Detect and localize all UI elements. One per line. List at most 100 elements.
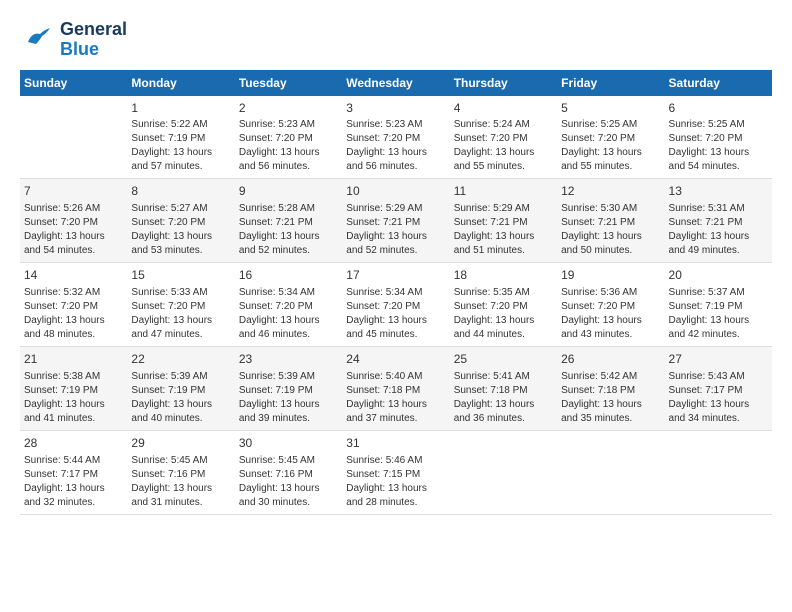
day-info: Sunrise: 5:45 AM Sunset: 7:16 PM Dayligh… bbox=[239, 454, 338, 510]
day-number: 12 bbox=[561, 183, 660, 200]
header-sunday: Sunday bbox=[20, 70, 127, 96]
calendar-cell: 31 Sunrise: 5:46 AM Sunset: 7:15 PM Dayli… bbox=[342, 430, 449, 514]
header-monday: Monday bbox=[127, 70, 234, 96]
day-number: 31 bbox=[346, 435, 445, 452]
day-info: Sunrise: 5:23 AM Sunset: 7:20 PM Dayligh… bbox=[239, 118, 338, 174]
day-info: Sunrise: 5:44 AM Sunset: 7:17 PM Dayligh… bbox=[24, 454, 123, 510]
day-number: 2 bbox=[239, 100, 338, 117]
calendar-cell: 9Sunrise: 5:28 AM Sunset: 7:21 PM Daylig… bbox=[235, 179, 342, 263]
day-info: Sunrise: 5:32 AM Sunset: 7:20 PM Dayligh… bbox=[24, 286, 123, 342]
day-number: 17 bbox=[346, 267, 445, 284]
calendar-cell: 17 Sunrise: 5:34 AM Sunset: 7:20 PM Dayli… bbox=[342, 263, 449, 347]
day-info: Sunrise: 5:29 AM Sunset: 7:21 PM Dayligh… bbox=[454, 202, 553, 258]
day-number: 26 bbox=[561, 351, 660, 368]
day-number: 20 bbox=[669, 267, 768, 284]
day-info: Sunrise: 5:31 AM Sunset: 7:21 PM Dayligh… bbox=[669, 202, 768, 258]
day-info: Sunrise: 5:45 AM Sunset: 7:16 PM Dayligh… bbox=[131, 454, 230, 510]
calendar-cell: 30Sunrise: 5:45 AM Sunset: 7:16 PM Dayli… bbox=[235, 430, 342, 514]
calendar-cell: 13 Sunrise: 5:31 AM Sunset: 7:21 PM Dayli… bbox=[665, 179, 772, 263]
day-info: Sunrise: 5:37 AM Sunset: 7:19 PM Dayligh… bbox=[669, 286, 768, 342]
calendar-cell: 14 Sunrise: 5:32 AM Sunset: 7:20 PM Dayli… bbox=[20, 263, 127, 347]
day-info: Sunrise: 5:36 AM Sunset: 7:20 PM Dayligh… bbox=[561, 286, 660, 342]
day-info: Sunrise: 5:25 AM Sunset: 7:20 PM Dayligh… bbox=[669, 118, 768, 174]
calendar-cell: 8 Sunrise: 5:27 AM Sunset: 7:20 PM Daylig… bbox=[127, 179, 234, 263]
page-header: General Blue bbox=[20, 20, 772, 60]
day-info: Sunrise: 5:30 AM Sunset: 7:21 PM Dayligh… bbox=[561, 202, 660, 258]
day-number: 18 bbox=[454, 267, 553, 284]
day-number: 7 bbox=[24, 183, 123, 200]
header-friday: Friday bbox=[557, 70, 664, 96]
day-info: Sunrise: 5:33 AM Sunset: 7:20 PM Dayligh… bbox=[131, 286, 230, 342]
day-info: Sunrise: 5:38 AM Sunset: 7:19 PM Dayligh… bbox=[24, 370, 123, 426]
calendar-cell: 7 Sunrise: 5:26 AM Sunset: 7:20 PM Daylig… bbox=[20, 179, 127, 263]
calendar-cell: 10 Sunrise: 5:29 AM Sunset: 7:21 PM Dayli… bbox=[342, 179, 449, 263]
day-info: Sunrise: 5:28 AM Sunset: 7:21 PM Dayligh… bbox=[239, 202, 338, 258]
day-number: 22 bbox=[131, 351, 230, 368]
calendar-cell: 26 Sunrise: 5:42 AM Sunset: 7:18 PM Dayli… bbox=[557, 346, 664, 430]
calendar-cell bbox=[450, 430, 557, 514]
day-info: Sunrise: 5:34 AM Sunset: 7:20 PM Dayligh… bbox=[346, 286, 445, 342]
day-info: Sunrise: 5:43 AM Sunset: 7:17 PM Dayligh… bbox=[669, 370, 768, 426]
header-wednesday: Wednesday bbox=[342, 70, 449, 96]
day-info: Sunrise: 5:42 AM Sunset: 7:18 PM Dayligh… bbox=[561, 370, 660, 426]
calendar-cell: 18 Sunrise: 5:35 AM Sunset: 7:20 PM Dayli… bbox=[450, 263, 557, 347]
calendar-week-row: 28 Sunrise: 5:44 AM Sunset: 7:17 PM Dayli… bbox=[20, 430, 772, 514]
day-number: 3 bbox=[346, 100, 445, 117]
day-number: 16 bbox=[239, 267, 338, 284]
calendar-week-row: 21 Sunrise: 5:38 AM Sunset: 7:19 PM Dayli… bbox=[20, 346, 772, 430]
day-number: 15 bbox=[131, 267, 230, 284]
calendar-cell: 28 Sunrise: 5:44 AM Sunset: 7:17 PM Dayli… bbox=[20, 430, 127, 514]
calendar-cell: 19 Sunrise: 5:36 AM Sunset: 7:20 PM Dayli… bbox=[557, 263, 664, 347]
calendar-cell: 16Sunrise: 5:34 AM Sunset: 7:20 PM Dayli… bbox=[235, 263, 342, 347]
calendar-cell: 21 Sunrise: 5:38 AM Sunset: 7:19 PM Dayli… bbox=[20, 346, 127, 430]
day-info: Sunrise: 5:24 AM Sunset: 7:20 PM Dayligh… bbox=[454, 118, 553, 174]
calendar-cell: 27Sunrise: 5:43 AM Sunset: 7:17 PM Dayli… bbox=[665, 346, 772, 430]
header-tuesday: Tuesday bbox=[235, 70, 342, 96]
calendar-cell bbox=[20, 96, 127, 179]
day-number: 28 bbox=[24, 435, 123, 452]
calendar-week-row: 7 Sunrise: 5:26 AM Sunset: 7:20 PM Daylig… bbox=[20, 179, 772, 263]
day-info: Sunrise: 5:46 AM Sunset: 7:15 PM Dayligh… bbox=[346, 454, 445, 510]
logo-text: General Blue bbox=[60, 20, 127, 60]
day-info: Sunrise: 5:27 AM Sunset: 7:20 PM Dayligh… bbox=[131, 202, 230, 258]
calendar-cell bbox=[557, 430, 664, 514]
calendar-cell: 29Sunrise: 5:45 AM Sunset: 7:16 PM Dayli… bbox=[127, 430, 234, 514]
day-info: Sunrise: 5:22 AM Sunset: 7:19 PM Dayligh… bbox=[131, 118, 230, 174]
calendar-table: SundayMondayTuesdayWednesdayThursdayFrid… bbox=[20, 70, 772, 515]
day-number: 23 bbox=[239, 351, 338, 368]
day-info: Sunrise: 5:41 AM Sunset: 7:18 PM Dayligh… bbox=[454, 370, 553, 426]
calendar-cell: 2Sunrise: 5:23 AM Sunset: 7:20 PM Daylig… bbox=[235, 96, 342, 179]
calendar-cell: 24 Sunrise: 5:40 AM Sunset: 7:18 PM Dayli… bbox=[342, 346, 449, 430]
logo: General Blue bbox=[20, 20, 127, 60]
day-info: Sunrise: 5:35 AM Sunset: 7:20 PM Dayligh… bbox=[454, 286, 553, 342]
day-number: 25 bbox=[454, 351, 553, 368]
day-info: Sunrise: 5:26 AM Sunset: 7:20 PM Dayligh… bbox=[24, 202, 123, 258]
calendar-cell: 12 Sunrise: 5:30 AM Sunset: 7:21 PM Dayli… bbox=[557, 179, 664, 263]
calendar-cell: 22Sunrise: 5:39 AM Sunset: 7:19 PM Dayli… bbox=[127, 346, 234, 430]
calendar-cell: 25 Sunrise: 5:41 AM Sunset: 7:18 PM Dayli… bbox=[450, 346, 557, 430]
day-number: 6 bbox=[669, 100, 768, 117]
day-number: 24 bbox=[346, 351, 445, 368]
day-number: 8 bbox=[131, 183, 230, 200]
calendar-cell: 15 Sunrise: 5:33 AM Sunset: 7:20 PM Dayli… bbox=[127, 263, 234, 347]
logo-icon bbox=[20, 22, 56, 58]
day-number: 21 bbox=[24, 351, 123, 368]
calendar-week-row: 14 Sunrise: 5:32 AM Sunset: 7:20 PM Dayli… bbox=[20, 263, 772, 347]
calendar-cell: 23 Sunrise: 5:39 AM Sunset: 7:19 PM Dayli… bbox=[235, 346, 342, 430]
day-info: Sunrise: 5:40 AM Sunset: 7:18 PM Dayligh… bbox=[346, 370, 445, 426]
calendar-header-row: SundayMondayTuesdayWednesdayThursdayFrid… bbox=[20, 70, 772, 96]
calendar-cell: 5Sunrise: 5:25 AM Sunset: 7:20 PM Daylig… bbox=[557, 96, 664, 179]
day-number: 13 bbox=[669, 183, 768, 200]
day-info: Sunrise: 5:23 AM Sunset: 7:20 PM Dayligh… bbox=[346, 118, 445, 174]
day-number: 10 bbox=[346, 183, 445, 200]
calendar-cell: 11Sunrise: 5:29 AM Sunset: 7:21 PM Dayli… bbox=[450, 179, 557, 263]
day-info: Sunrise: 5:39 AM Sunset: 7:19 PM Dayligh… bbox=[239, 370, 338, 426]
day-info: Sunrise: 5:29 AM Sunset: 7:21 PM Dayligh… bbox=[346, 202, 445, 258]
day-number: 4 bbox=[454, 100, 553, 117]
day-number: 5 bbox=[561, 100, 660, 117]
header-thursday: Thursday bbox=[450, 70, 557, 96]
day-number: 14 bbox=[24, 267, 123, 284]
calendar-cell: 4Sunrise: 5:24 AM Sunset: 7:20 PM Daylig… bbox=[450, 96, 557, 179]
calendar-cell: 1Sunrise: 5:22 AM Sunset: 7:19 PM Daylig… bbox=[127, 96, 234, 179]
day-number: 19 bbox=[561, 267, 660, 284]
